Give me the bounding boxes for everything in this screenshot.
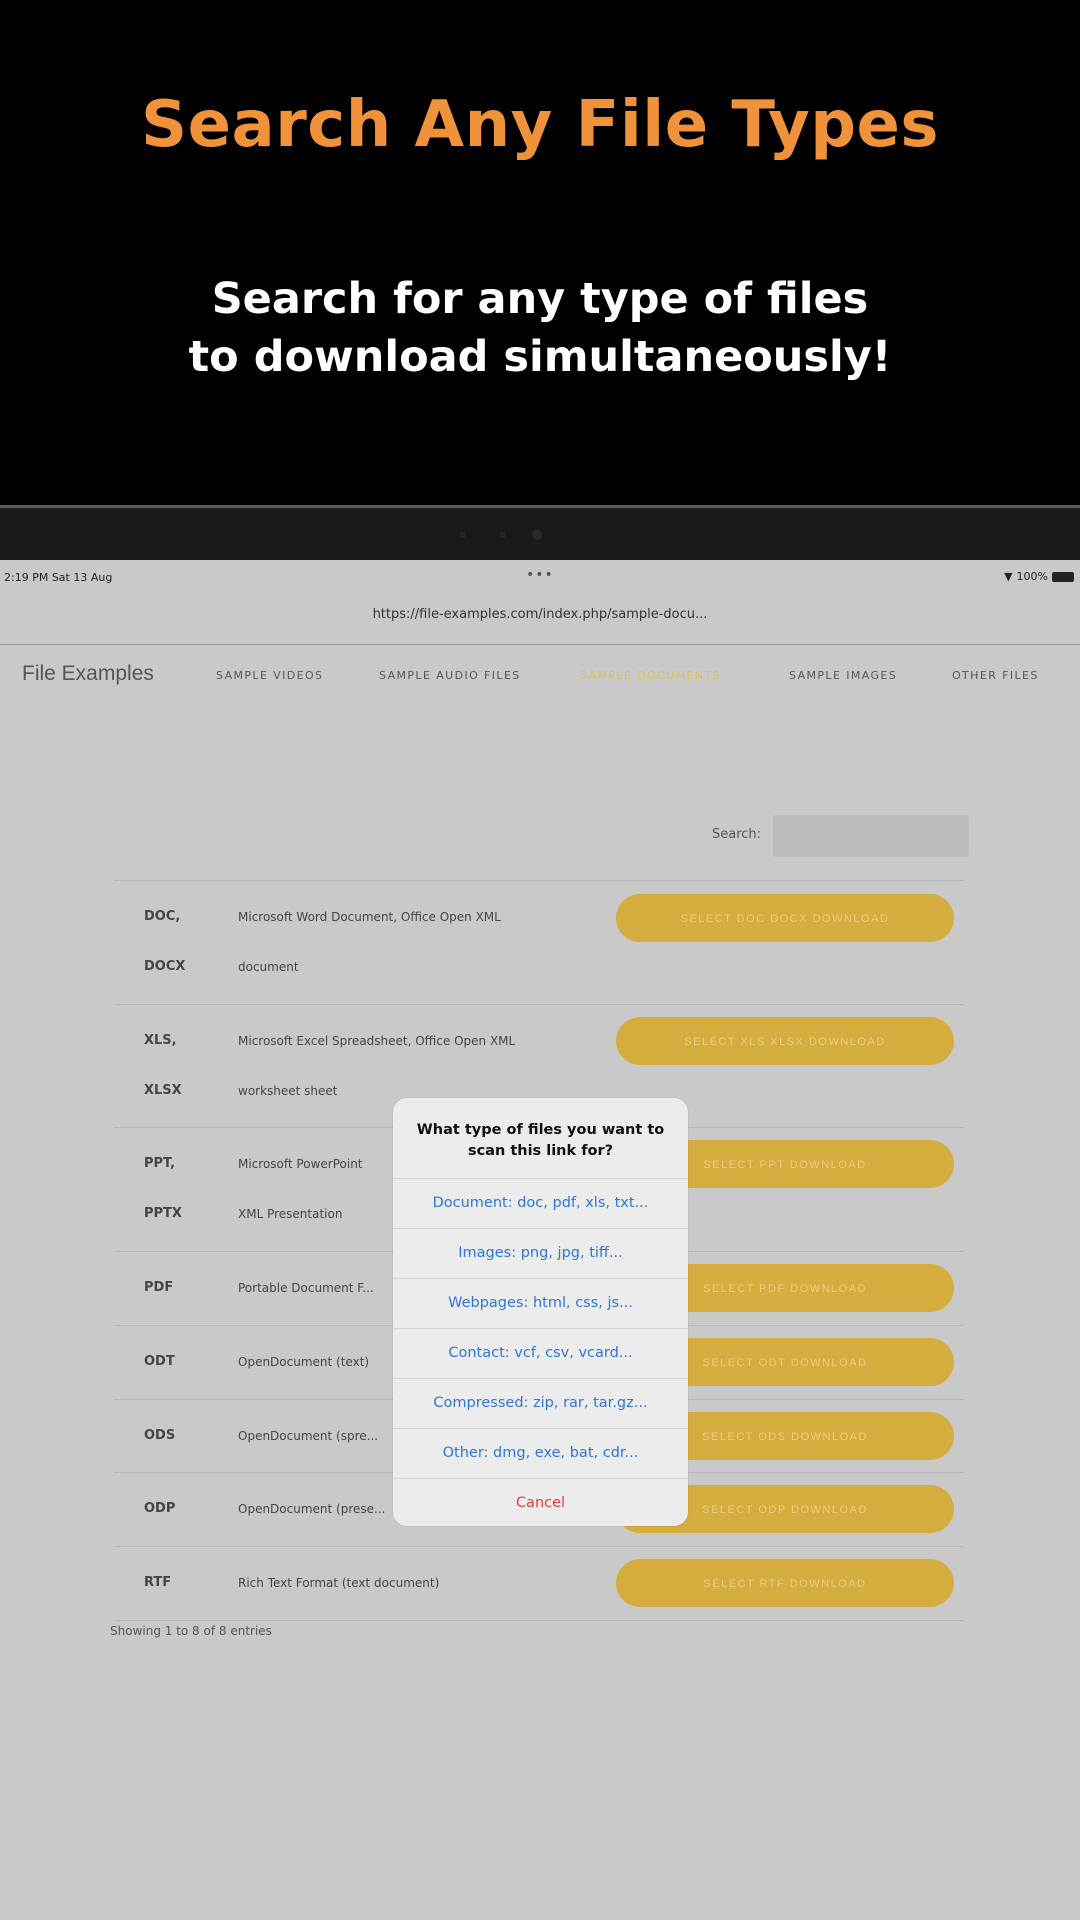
table-footer: Showing 1 to 8 of 8 entries	[110, 1624, 272, 1638]
table-row: DOC, DOCX Microsoft Word Document, Offic…	[114, 880, 964, 1004]
action-sheet-title: What type of files you want to scan this…	[393, 1098, 688, 1179]
file-desc: document	[238, 960, 299, 974]
nav-link-sample-audio[interactable]: SAMPLE AUDIO FILES	[379, 669, 521, 682]
device-bezel	[0, 505, 1080, 563]
file-desc: Microsoft Excel Spreadsheet, Office Open…	[238, 1034, 516, 1048]
file-ext: PPT,	[144, 1156, 176, 1171]
file-ext: XLS,	[144, 1033, 177, 1048]
option-other[interactable]: Other: dmg, exe, bat, cdr...	[393, 1429, 688, 1479]
search-input[interactable]	[773, 815, 969, 857]
select-download-button[interactable]: SELECT RTF DOWNLOAD	[616, 1559, 954, 1607]
file-desc: worksheet sheet	[238, 1084, 338, 1098]
sensor-dot	[500, 532, 506, 538]
file-desc: OpenDocument (text)	[238, 1355, 370, 1369]
search-label: Search:	[712, 827, 762, 842]
option-images[interactable]: Images: png, jpg, tiff...	[393, 1229, 688, 1279]
status-bar: 2:19 PM Sat 13 Aug ••• ▼ 100%	[0, 565, 1080, 593]
site-brand[interactable]: File Examples	[22, 662, 154, 686]
option-document[interactable]: Document: doc, pdf, xls, txt...	[393, 1179, 688, 1229]
option-contact[interactable]: Contact: vcf, csv, vcard...	[393, 1329, 688, 1379]
file-desc: OpenDocument (prese...	[238, 1502, 386, 1516]
table-row: RTF Rich Text Format (text document) SEL…	[114, 1546, 964, 1621]
select-download-button[interactable]: SELECT XLS XLSX DOWNLOAD	[616, 1017, 954, 1065]
wifi-icon: ▼	[1004, 570, 1013, 583]
select-download-button[interactable]: SELECT DOC DOCX DOWNLOAD	[616, 894, 954, 942]
status-time: 2:19 PM Sat 13 Aug	[4, 571, 113, 584]
file-ext: ODT	[144, 1354, 175, 1369]
promo-header: Search Any File Types Search for any typ…	[0, 0, 1080, 505]
promo-subtitle-line-1: Search for any type of files	[211, 274, 869, 324]
option-webpages[interactable]: Webpages: html, css, js...	[393, 1279, 688, 1329]
file-ext: RTF	[144, 1575, 172, 1590]
file-ext: ODS	[144, 1428, 176, 1443]
address-bar[interactable]: https://file-examples.com/index.php/samp…	[0, 607, 1080, 622]
battery-percent: 100%	[1016, 570, 1048, 583]
promo-subtitle-line-2: to download simultaneously!	[188, 332, 892, 382]
promo-title: Search Any File Types	[141, 88, 939, 162]
cancel-button[interactable]: Cancel	[393, 1479, 688, 1526]
file-ext: PPTX	[144, 1206, 182, 1221]
nav-link-sample-documents[interactable]: SAMPLE DOCUMENTS	[580, 669, 721, 682]
promo-subtitle: Search for any type of files to download…	[0, 270, 1080, 386]
file-desc: Microsoft PowerPoint	[238, 1157, 363, 1171]
multitasking-dots-icon[interactable]: •••	[526, 567, 554, 583]
file-desc: XML Presentation	[238, 1207, 343, 1221]
file-ext: ODP	[144, 1501, 176, 1516]
file-desc: Rich Text Format (text document)	[238, 1576, 440, 1590]
sensor-dot	[460, 532, 466, 538]
file-type-action-sheet: What type of files you want to scan this…	[393, 1098, 688, 1526]
nav-link-other-files[interactable]: OTHER FILES	[952, 669, 1039, 682]
battery-icon	[1052, 571, 1074, 582]
file-ext: XLSX	[144, 1083, 182, 1098]
nav-link-sample-videos[interactable]: SAMPLE VIDEOS	[216, 669, 323, 682]
nav-link-sample-images[interactable]: SAMPLE IMAGES	[789, 669, 897, 682]
file-desc: OpenDocument (spre...	[238, 1429, 379, 1443]
file-desc: Microsoft Word Document, Office Open XML	[238, 910, 501, 924]
file-ext: DOC,	[144, 909, 181, 924]
camera-icon	[532, 530, 542, 540]
action-sheet-title-line-1: What type of files you want to	[416, 1122, 665, 1138]
device-screen: 2:19 PM Sat 13 Aug ••• ▼ 100% https://fi…	[0, 560, 1080, 1920]
file-ext: PDF	[144, 1280, 174, 1295]
file-desc: Portable Document F...	[238, 1281, 374, 1295]
option-compressed[interactable]: Compressed: zip, rar, tar.gz...	[393, 1379, 688, 1429]
file-ext: DOCX	[144, 959, 186, 974]
site-nav: File Examples SAMPLE VIDEOS SAMPLE AUDIO…	[0, 644, 1080, 695]
action-sheet-title-line-2: scan this link for?	[467, 1143, 614, 1159]
battery-indicator: ▼ 100%	[1004, 570, 1074, 583]
